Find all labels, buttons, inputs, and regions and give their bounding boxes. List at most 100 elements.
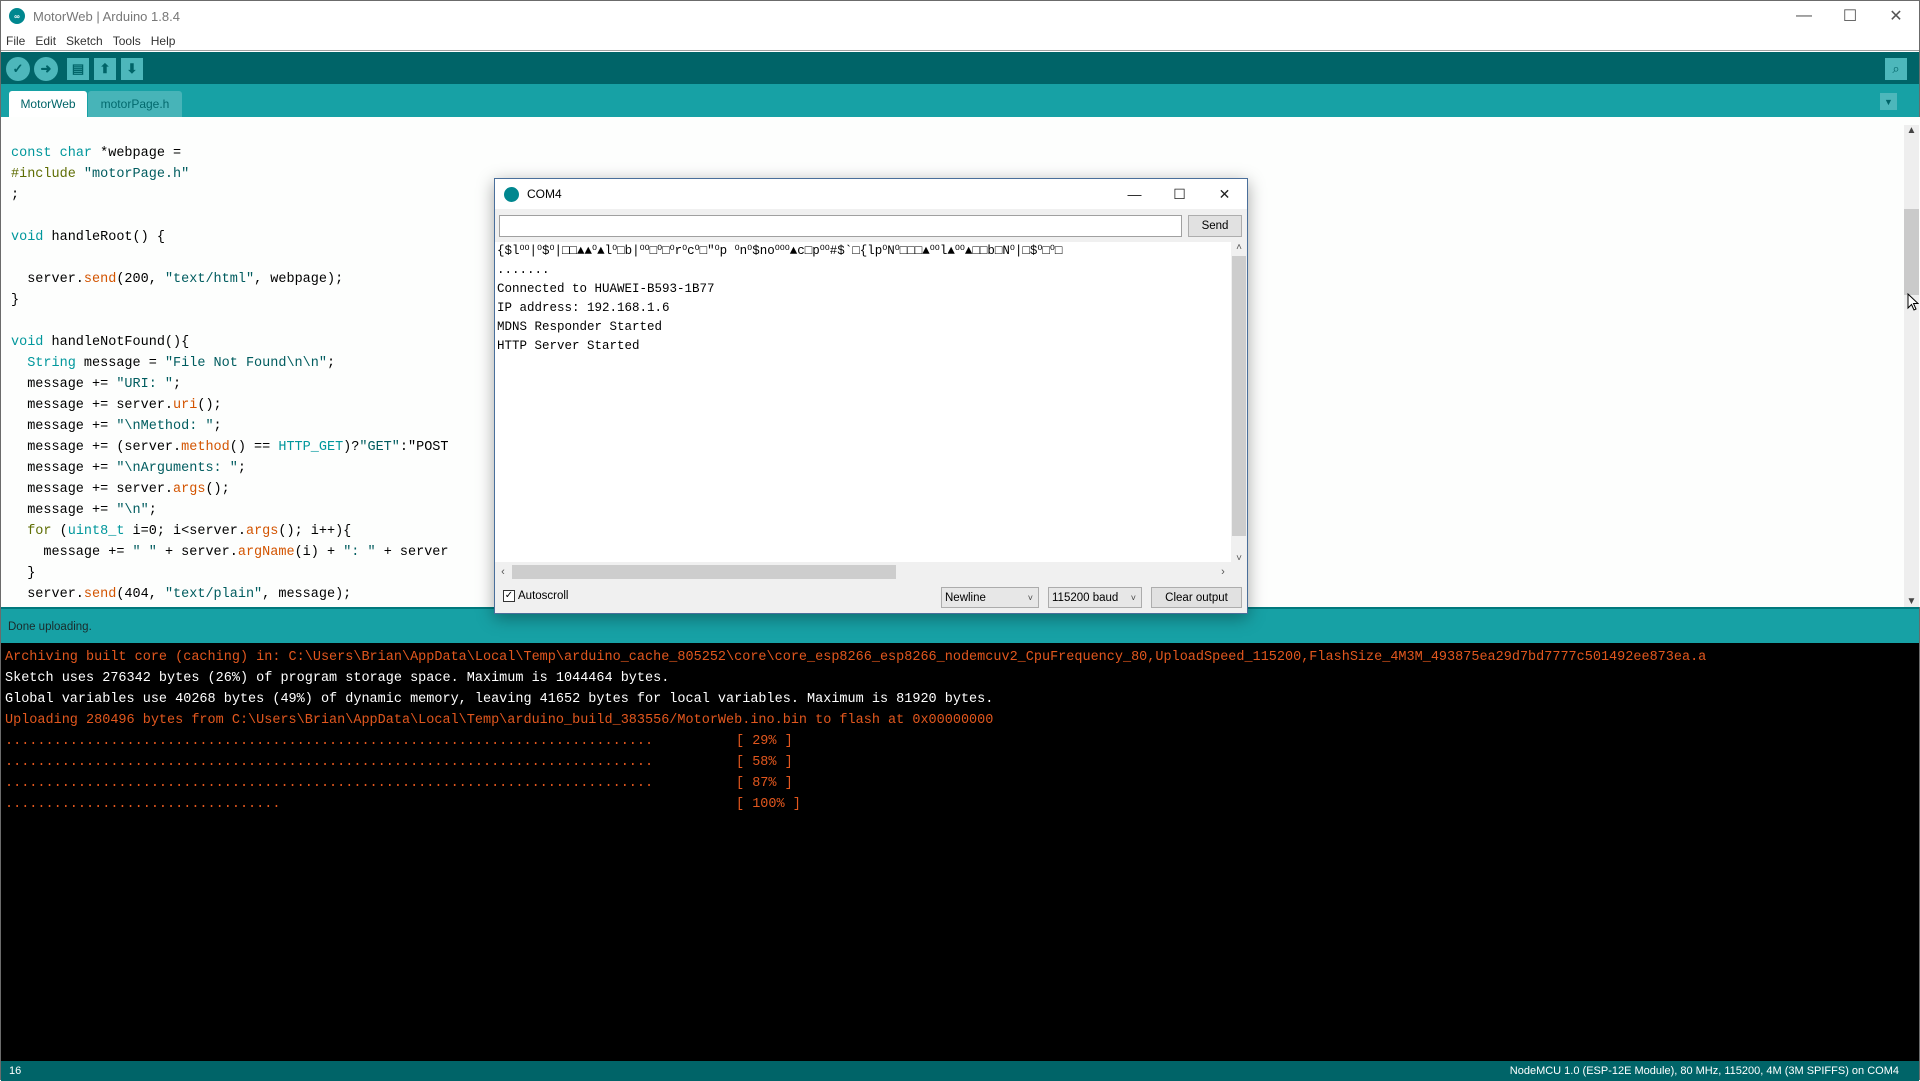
editor-vertical-scrollbar[interactable]: ▲ ▼ <box>1904 125 1919 607</box>
code-line[interactable]: String message = "File Not Found\n\n"; <box>11 353 449 374</box>
scroll-down-icon[interactable]: ▼ <box>1904 596 1919 607</box>
autoscroll-checkbox[interactable]: ✓ Autoscroll <box>503 590 569 602</box>
code-line[interactable]: } <box>11 290 449 311</box>
maximize-button[interactable]: ☐ <box>1827 1 1873 31</box>
mouse-cursor-icon <box>1907 293 1919 311</box>
chevron-down-icon: ˅ <box>1130 592 1136 603</box>
menu-edit[interactable]: Edit <box>30 34 61 48</box>
baud-rate-value: 115200 baud <box>1052 591 1119 604</box>
serial-send-input[interactable] <box>499 215 1182 237</box>
line-number: 16 <box>9 1065 22 1077</box>
serial-horizontal-scrollbar[interactable]: ‹ › <box>495 564 1231 580</box>
code-line[interactable]: server.send(404, "text/plain", message); <box>11 584 449 605</box>
code-line[interactable]: message += server.uri(); <box>11 395 449 416</box>
send-button[interactable]: Send <box>1188 215 1242 237</box>
arduino-logo-icon <box>504 186 519 202</box>
arduino-logo-icon: ∞ <box>9 8 25 24</box>
serial-output-line: {$l⁰⁰|⁰$⁰|□□▲▲⁰▲l⁰□b|⁰⁰□⁰□⁰r⁰c⁰□"⁰p ⁰n⁰$… <box>497 244 1063 258</box>
serial-output-line: Connected to HUAWEI-B593-1B77 <box>497 282 715 296</box>
serial-minimize-button[interactable]: — <box>1112 179 1157 209</box>
new-file-icon: ▤ <box>71 61 85 76</box>
scrollbar-thumb[interactable] <box>1232 256 1246 536</box>
open-sketch-button[interactable]: ⬆ <box>94 58 116 80</box>
tab-motorpage-h[interactable]: motorPage.h <box>88 91 182 117</box>
autoscroll-label: Autoscroll <box>518 590 569 602</box>
code-line[interactable]: message += "\n"; <box>11 500 449 521</box>
code-line[interactable]: message += (server.method() == HTTP_GET)… <box>11 437 449 458</box>
scrollbar-thumb[interactable] <box>512 565 896 579</box>
code-line[interactable]: message += "\nArguments: "; <box>11 458 449 479</box>
code-line[interactable]: message += "URI: "; <box>11 374 449 395</box>
menu-sketch[interactable]: Sketch <box>61 34 108 48</box>
code-line[interactable]: void handleRoot() { <box>11 227 449 248</box>
title-bar: ∞ MotorWeb | Arduino 1.8.4 — ☐ ✕ <box>1 1 1919 31</box>
code-line[interactable]: void handleNotFound(){ <box>11 332 449 353</box>
menu-help[interactable]: Help <box>146 34 181 48</box>
code-line[interactable]: message += server.args(); <box>11 479 449 500</box>
serial-output-area[interactable]: {$l⁰⁰|⁰$⁰|□□▲▲⁰▲l⁰□b|⁰⁰□⁰□⁰r⁰c⁰□"⁰p ⁰n⁰$… <box>495 242 1231 562</box>
serial-vertical-scrollbar[interactable]: ˄ ˅ <box>1231 242 1247 564</box>
save-sketch-button[interactable]: ⬇ <box>121 58 143 80</box>
console-output[interactable]: Archiving built core (caching) in: C:\Us… <box>1 643 1919 1061</box>
console-line: Global variables use 40268 bytes (49%) o… <box>5 692 994 707</box>
arrow-up-icon: ⬆ <box>99 61 111 76</box>
code-line[interactable]: for (uint8_t i=0; i<server.args(); i++){ <box>11 521 449 542</box>
serial-maximize-button[interactable]: ☐ <box>1157 179 1202 209</box>
console-line: Archiving built core (caching) in: C:\Us… <box>5 650 1707 665</box>
code-content[interactable]: const char *webpage = #include "motorPage… <box>11 143 449 605</box>
upload-progress-line: ........................................… <box>1 773 1919 794</box>
verify-button[interactable]: ✓ <box>6 57 30 81</box>
new-sketch-button[interactable]: ▤ <box>67 58 89 80</box>
chevron-down-icon: ˅ <box>1027 592 1033 603</box>
scroll-down-icon[interactable]: ˅ <box>1231 553 1247 564</box>
scroll-up-icon[interactable]: ▲ <box>1904 125 1919 136</box>
menu-file[interactable]: File <box>1 34 30 48</box>
serial-close-button[interactable]: ✕ <box>1202 179 1247 209</box>
baud-rate-select[interactable]: 115200 baud ˅ <box>1048 587 1142 608</box>
code-line[interactable]: server.send(200, "text/html", webpage); <box>11 269 449 290</box>
progress-percent: [ 87% ] <box>736 776 793 791</box>
upload-button[interactable]: ➜ <box>34 57 58 81</box>
code-line[interactable]: message += " " + server.argName(i) + ": … <box>11 542 448 563</box>
code-line[interactable]: message += "\nMethod: "; <box>11 416 449 437</box>
serial-monitor-button[interactable]: ⌕ <box>1885 58 1907 80</box>
serial-title-bar: COM4 — ☐ ✕ <box>495 179 1247 209</box>
serial-output-line: IP address: 192.168.1.6 <box>497 301 670 315</box>
close-button[interactable]: ✕ <box>1873 1 1919 31</box>
upload-progress-line: ........................................… <box>1 752 1919 773</box>
progress-dots: ........................................… <box>5 776 654 791</box>
console-line: Uploading 280496 bytes from C:\Users\Bri… <box>5 713 994 728</box>
menu-tools[interactable]: Tools <box>108 34 146 48</box>
status-message: Done uploading. <box>8 621 92 633</box>
checkbox-checked-icon[interactable]: ✓ <box>503 590 515 602</box>
upload-progress-line: .................................. [ 100%… <box>1 794 1919 815</box>
code-line[interactable] <box>11 206 449 227</box>
checkmark-icon: ✓ <box>12 61 24 76</box>
scroll-left-icon[interactable]: ‹ <box>495 564 511 580</box>
toolbar: ✓ ➜ ▤ ⬆ ⬇ ⌕ <box>1 52 1919 84</box>
code-line[interactable] <box>11 248 449 269</box>
menu-bar: File Edit Sketch Tools Help <box>1 31 1919 51</box>
code-line[interactable] <box>11 311 449 332</box>
scrollbar-thumb[interactable] <box>1904 209 1919 295</box>
tab-motorweb[interactable]: MotorWeb <box>9 91 87 117</box>
line-ending-value: Newline <box>945 591 986 604</box>
code-line[interactable]: ; <box>11 185 449 206</box>
upload-progress-line: ........................................… <box>1 731 1919 752</box>
code-line[interactable]: const char *webpage = <box>11 143 449 164</box>
arrow-right-icon: ➜ <box>40 61 52 76</box>
scroll-right-icon[interactable]: › <box>1215 564 1231 580</box>
tab-menu-button[interactable]: ▼ <box>1880 93 1897 110</box>
triangle-down-icon: ▼ <box>1884 96 1893 107</box>
serial-output-line: HTTP Server Started <box>497 339 640 353</box>
scroll-up-icon[interactable]: ˄ <box>1231 242 1247 253</box>
arrow-down-icon: ⬇ <box>126 61 138 76</box>
console-line: Sketch uses 276342 bytes (26%) of progra… <box>5 671 670 686</box>
minimize-button[interactable]: — <box>1781 1 1827 31</box>
window-title: MotorWeb | Arduino 1.8.4 <box>33 8 180 24</box>
clear-output-button[interactable]: Clear output <box>1151 587 1242 608</box>
progress-dots: ........................................… <box>5 755 654 770</box>
line-ending-select[interactable]: Newline ˅ <box>941 587 1039 608</box>
code-line[interactable]: #include "motorPage.h" <box>11 164 449 185</box>
code-line[interactable]: } <box>11 563 449 584</box>
